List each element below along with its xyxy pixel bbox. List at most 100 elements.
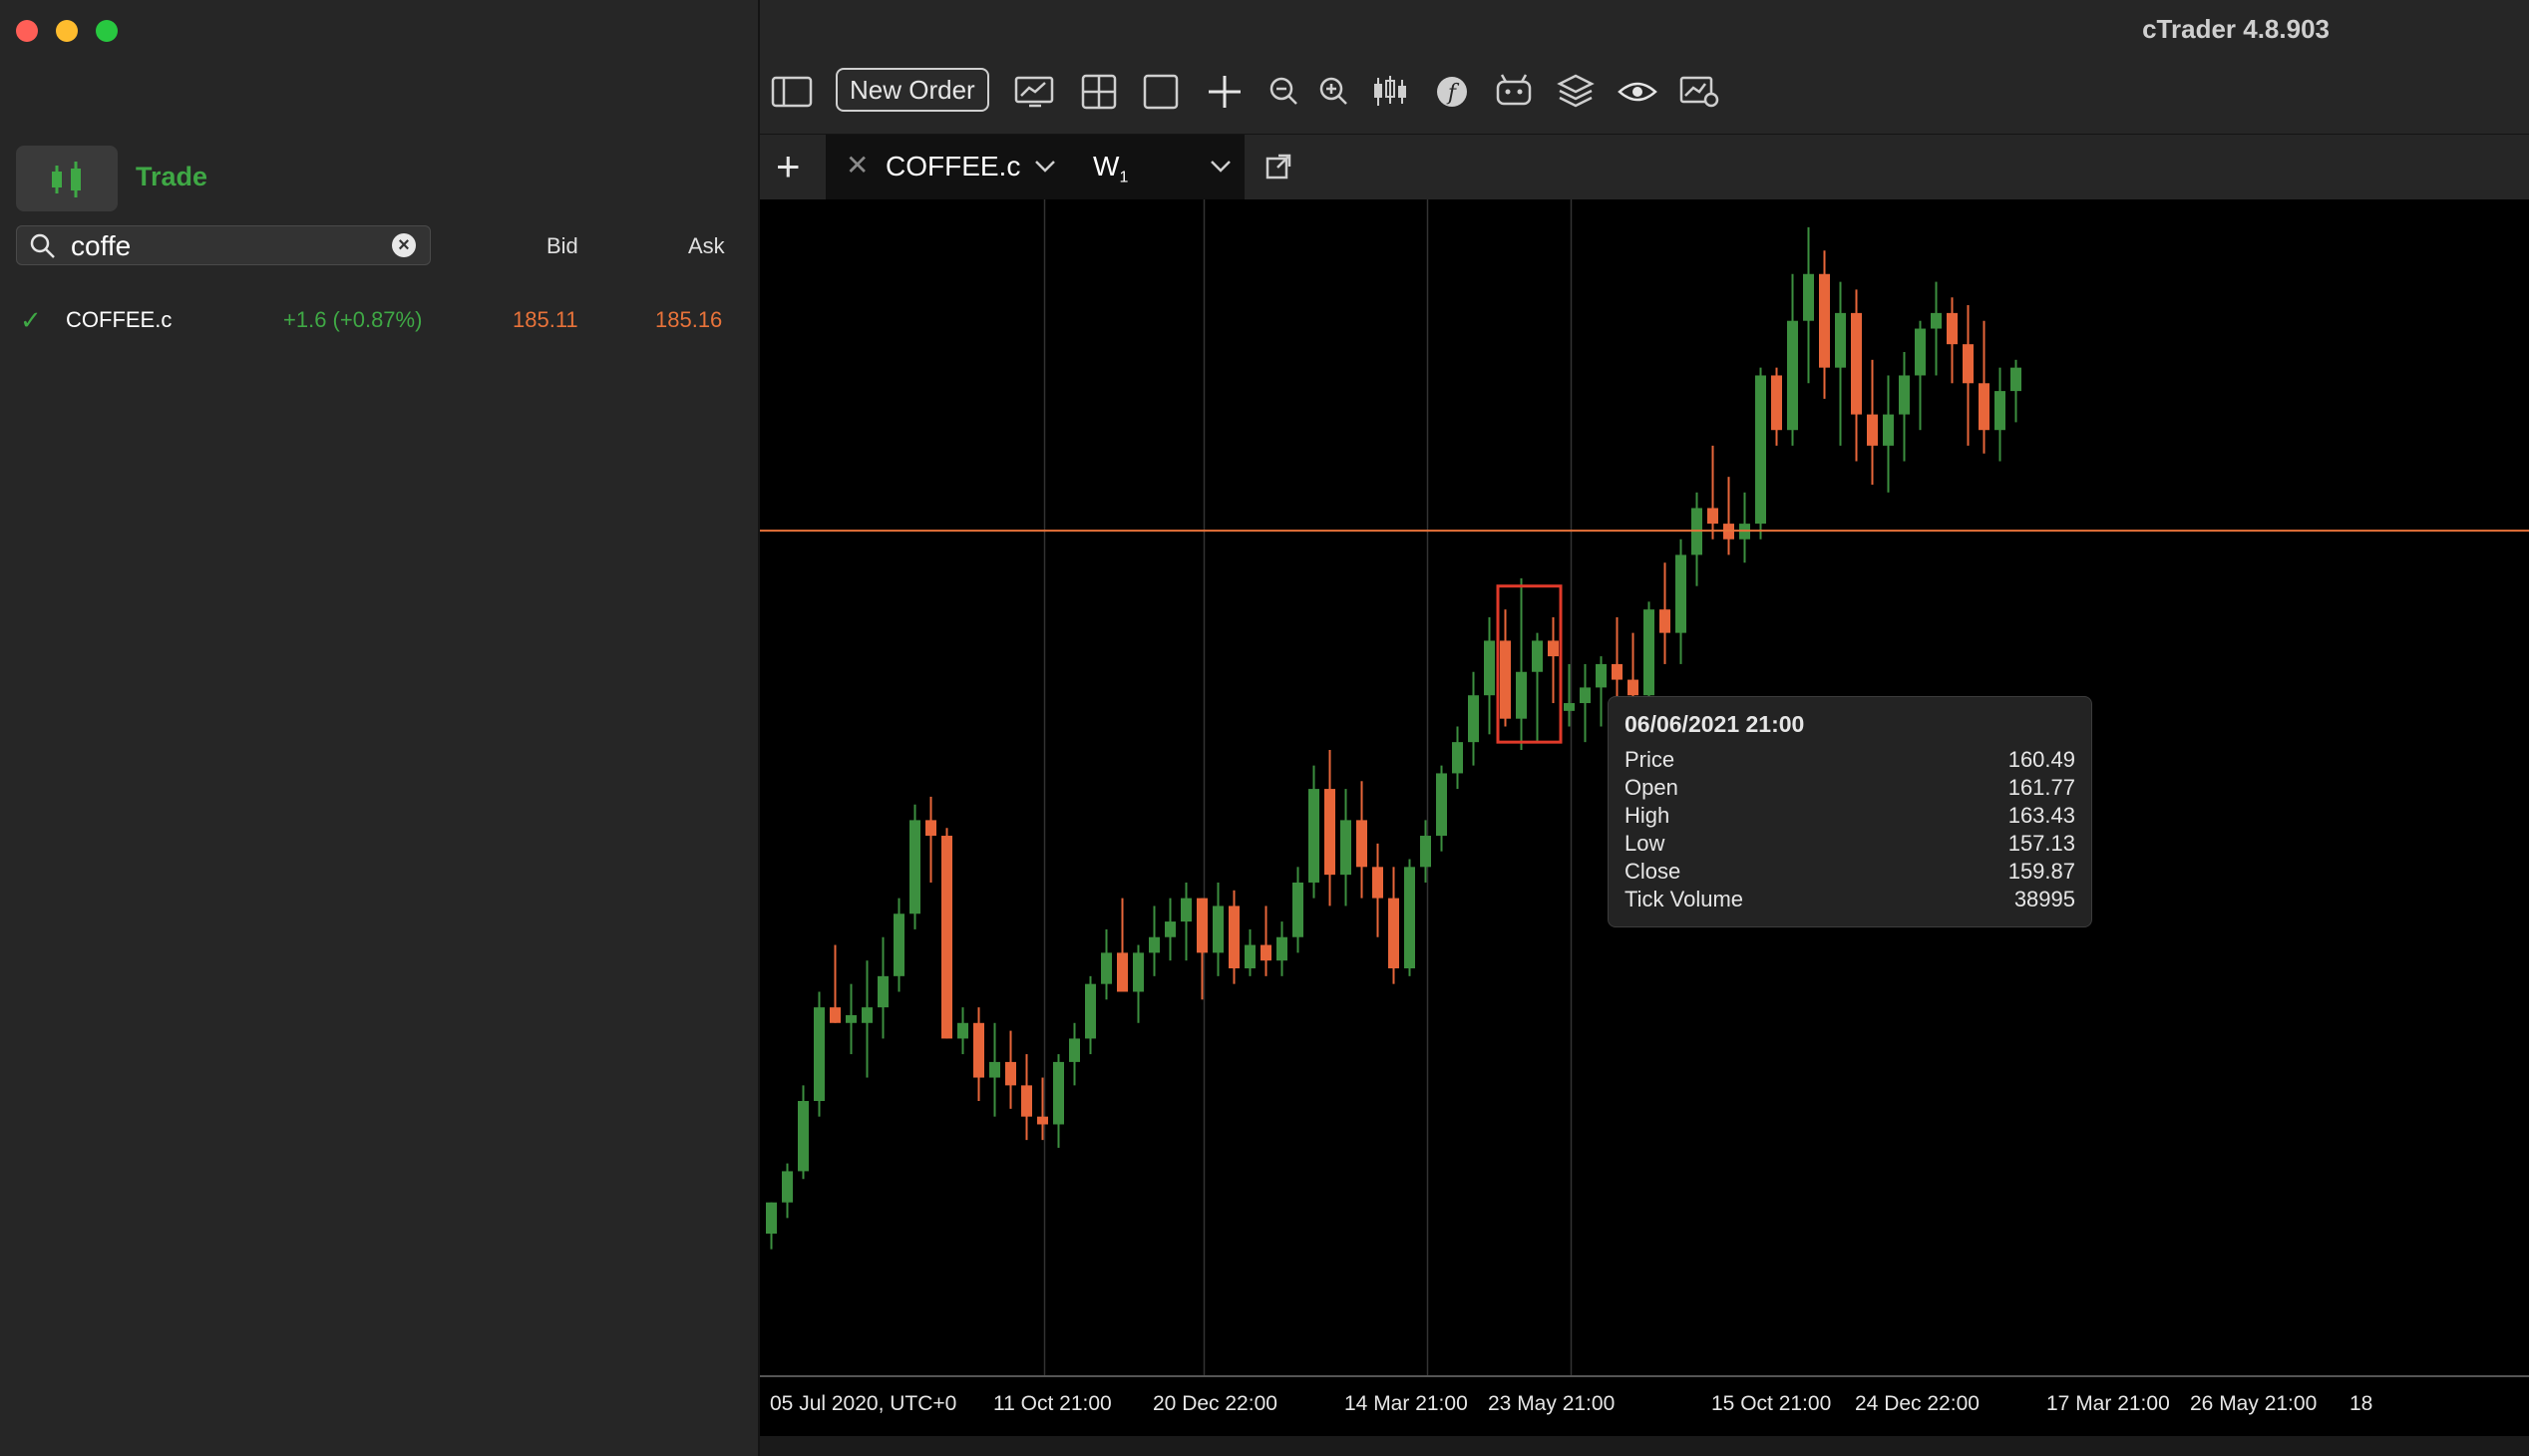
candle-body xyxy=(1356,820,1367,868)
candle-body xyxy=(1612,663,1623,680)
candle-body xyxy=(1101,952,1112,984)
candle-body xyxy=(1835,312,1846,368)
close-window-button[interactable] xyxy=(16,20,38,42)
add-chart-button[interactable]: + xyxy=(776,145,801,188)
tooltip-row: Low 157.13 xyxy=(1625,830,2075,858)
tooltip-row-value: 159.87 xyxy=(2007,859,2075,884)
candle-body xyxy=(1627,679,1638,696)
tooltip-row: Open 161.77 xyxy=(1625,774,2075,802)
timeframe-chevron-icon[interactable] xyxy=(1209,157,1233,177)
candle-body xyxy=(1659,609,1670,633)
candle-body xyxy=(1516,671,1527,719)
close-tab-icon[interactable]: ✕ xyxy=(846,149,869,182)
layers-icon[interactable] xyxy=(1554,70,1598,114)
symbol-bid[interactable]: 185.11 xyxy=(513,307,578,333)
app-title: cTrader 4.8.903 xyxy=(2142,14,2330,44)
tooltip-row-value: 38995 xyxy=(2013,887,2075,911)
zoom-in-icon[interactable] xyxy=(1312,70,1356,114)
candle-body xyxy=(1931,312,1942,329)
candle-body xyxy=(1292,882,1303,937)
candle-body xyxy=(1803,273,1814,321)
tooltip-row-value: 160.49 xyxy=(2007,747,2075,772)
popout-icon[interactable] xyxy=(1264,153,1292,181)
trade-tab-button[interactable] xyxy=(16,146,118,211)
candle-body xyxy=(1915,328,1926,376)
x-tick-label: 15 Oct 21:00 xyxy=(1711,1392,1831,1415)
x-tick-label: 18 xyxy=(2349,1392,2372,1415)
candle-body xyxy=(1117,952,1128,992)
candle-body xyxy=(941,836,952,1039)
candle-body xyxy=(782,1171,793,1203)
sidebar-toggle-icon[interactable] xyxy=(770,70,814,114)
candle-body xyxy=(1548,640,1559,657)
candle-body xyxy=(2010,367,2021,392)
chart-tab[interactable]: ✕ COFFEE.c W1 xyxy=(826,135,1291,200)
candle-body xyxy=(1420,836,1431,868)
chart-mode-icon[interactable] xyxy=(1013,70,1057,114)
tooltip-row-label: Price xyxy=(1625,747,1675,772)
candle-body xyxy=(1675,554,1686,633)
tooltip-row-label: Low xyxy=(1625,831,1665,856)
zoom-out-icon[interactable] xyxy=(1263,70,1306,114)
new-order-button[interactable]: New Order xyxy=(836,68,989,112)
candle-body xyxy=(1229,906,1240,969)
candle-body xyxy=(1308,789,1319,883)
ask-column-header: Ask xyxy=(688,233,725,258)
clear-search-icon[interactable]: × xyxy=(392,233,416,257)
minimize-window-button[interactable] xyxy=(56,20,78,42)
tooltip-row: Price 160.49 xyxy=(1625,746,2075,774)
x-tick-label: 20 Dec 22:00 xyxy=(1153,1392,1277,1415)
search-value[interactable]: coffe xyxy=(71,230,131,262)
x-tick-label: 14 Mar 21:00 xyxy=(1344,1392,1468,1415)
tooltip-row: High 163.43 xyxy=(1625,802,2075,830)
single-layout-icon[interactable] xyxy=(1139,70,1183,114)
candle-body xyxy=(1979,383,1989,431)
candle-body xyxy=(1532,640,1543,672)
candle-body xyxy=(894,913,904,976)
candle-body xyxy=(1149,936,1160,953)
candle-body xyxy=(1771,375,1782,431)
candle-body xyxy=(1899,375,1910,415)
candle-body xyxy=(1468,695,1479,743)
chart-type-icon[interactable] xyxy=(1368,70,1412,114)
tooltip-row-label: Close xyxy=(1625,859,1681,884)
indicators-icon[interactable]: f xyxy=(1430,70,1474,114)
checkmark-icon: ✓ xyxy=(20,305,42,335)
symbol-search-input[interactable]: coffe × xyxy=(16,225,431,265)
eye-icon[interactable] xyxy=(1616,70,1659,114)
tooltip-row-value: 161.77 xyxy=(2007,775,2075,800)
symbol-row[interactable]: ✓ COFFEE.c +1.6 (+0.87%) 185.11 185.16 xyxy=(0,297,758,341)
candle-body xyxy=(1261,944,1271,961)
chart-tab-symbol[interactable]: COFFEE.c xyxy=(886,151,1020,182)
candle-body xyxy=(1994,391,2005,431)
crosshair-icon[interactable] xyxy=(1203,70,1247,114)
title-bar: cTrader 4.8.903 New Order f xyxy=(760,0,2529,134)
search-icon xyxy=(30,233,55,258)
candle-body xyxy=(1643,609,1654,696)
chart-tab-bar: + ✕ COFFEE.c W1 xyxy=(760,134,2529,200)
x-tick-label: 23 May 21:00 xyxy=(1488,1392,1615,1415)
candle-body xyxy=(1404,867,1415,969)
candle-body xyxy=(1867,414,1878,446)
cbot-icon[interactable] xyxy=(1492,70,1536,114)
trade-tab-label[interactable]: Trade xyxy=(136,162,207,192)
candle-body xyxy=(814,1007,825,1102)
candle-body xyxy=(1197,898,1208,953)
chevron-down-icon[interactable] xyxy=(1033,157,1057,177)
candle-body xyxy=(925,820,936,837)
candle-body xyxy=(1787,320,1798,431)
maximize-window-button[interactable] xyxy=(96,20,118,42)
tooltip-row-label: Tick Volume xyxy=(1625,887,1744,911)
chart-settings-icon[interactable] xyxy=(1677,70,1721,114)
tooltip-row-label: Open xyxy=(1625,775,1678,800)
candle-body xyxy=(1069,1038,1080,1062)
timeframe-selector[interactable]: W1 xyxy=(1093,151,1128,187)
symbol-ask[interactable]: 185.16 xyxy=(655,307,722,333)
candle-body xyxy=(909,820,920,914)
candle-body xyxy=(1851,312,1862,415)
candle-body xyxy=(1133,952,1144,992)
grid-layout-icon[interactable] xyxy=(1077,70,1121,114)
candle-body xyxy=(862,1007,873,1023)
bid-column-header: Bid xyxy=(546,233,578,258)
candle-body xyxy=(1963,344,1974,384)
